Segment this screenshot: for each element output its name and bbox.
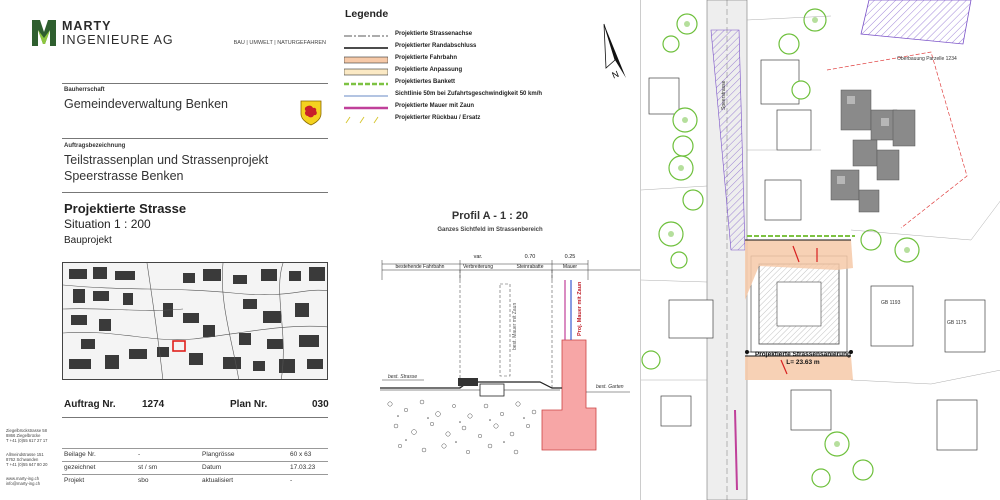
zone-wall: Mauer	[563, 264, 578, 270]
legend-item-sightline: Sichtlinie 50m bei Zufahrtsgeschwindigke…	[340, 91, 640, 101]
legend-item-roadway: Projektierte Fahrbahn	[340, 55, 640, 65]
divider	[62, 417, 328, 418]
job-line-2: Speerstrasse Benken	[64, 169, 184, 183]
client-name: Gemeindeverwaltung Benken	[64, 97, 228, 111]
parcel-number-label: GB 1193	[881, 300, 901, 306]
sightline-icon	[344, 95, 388, 97]
project-phase: Bauprojekt	[64, 235, 112, 246]
plan-scale: Situation 1 : 200	[64, 217, 151, 231]
zone-widening: Verbreiterung	[463, 264, 493, 270]
title-block: MARTY INGENIEURE AG BAU | UMWELT | NATUR…	[0, 0, 340, 500]
company-logo-icon	[32, 20, 56, 46]
wall-line-icon	[344, 106, 388, 110]
job-line-1: Teilstrassenplan und Strassenprojekt	[64, 153, 269, 167]
meta-row: Projekt sbo aktualisiert -	[62, 474, 328, 485]
parcel-number-label: GB 1175	[947, 320, 967, 326]
profile-title: Profil A - 1 : 20	[451, 210, 529, 222]
renovation-length: L= 23.63 m	[786, 359, 820, 366]
plan-number: 030	[312, 399, 329, 410]
order-number: 1274	[142, 399, 165, 410]
legend-item-adjustment: Projektierte Anpassung	[340, 67, 640, 77]
company-tagline: BAU | UMWELT | NATURGEFAHREN	[233, 40, 326, 46]
location-map	[62, 262, 328, 380]
curb-line-icon	[344, 47, 388, 49]
roadway-fill-icon	[344, 56, 388, 64]
label-new-wall: Proj. Mauer mit Zaun	[577, 281, 583, 336]
parcel-label: Oberbauung Parzelle 1234	[897, 56, 957, 62]
profile-subtitle: Ganzes Sichtfeld im Strassenbereich	[437, 227, 543, 233]
north-arrow-icon: N	[603, 23, 626, 81]
site-plan: Projektierte Strassensanierung L= 23.63 …	[640, 0, 1000, 500]
adjustment-fill-icon	[344, 68, 388, 76]
job-label: Auftragsbezeichnung	[64, 143, 126, 149]
address-web: www.marty-ing.ch info@marty-ing.ch	[6, 476, 41, 486]
site-plan-drawing	[641, 0, 1000, 500]
svg-text:N: N	[610, 69, 620, 81]
divider	[62, 138, 328, 139]
divider	[62, 192, 328, 193]
address-ziegelbruecke: Ziegelbrückstrasse 58 8866 Ziegelbrücke T …	[6, 428, 48, 443]
meta-row: Beilage Nr. - Plangrösse 60 x 63	[62, 448, 328, 459]
dim-070: 0.70	[525, 254, 536, 260]
legend-item-curb: Projektierter Randabschluss	[340, 43, 640, 53]
dim-025: 0.25	[565, 254, 576, 260]
legend-title: Legende	[345, 8, 389, 20]
coat-of-arms-icon	[300, 100, 322, 126]
bankett-line-icon	[344, 82, 388, 86]
legend-panel: Legende Projektierte Strassenachse Proje…	[340, 0, 640, 500]
client-label: Bauherrschaft	[64, 87, 105, 93]
company-subtitle: INGENIEURE AG	[62, 33, 174, 47]
label-existing-wall: best. Mauer mit Zaun	[512, 303, 518, 350]
address-schwanden: Allmeindstrasse 151 8762 Schwanden T +41 (…	[6, 452, 48, 467]
legend-item-wall: Projektierte Mauer mit Zaun	[340, 103, 640, 113]
street-label: Speerstrasse	[721, 80, 727, 110]
project-title: Projektierte Strasse	[64, 201, 187, 216]
legend-item-removal: Projektierter Rückbau / Ersatz	[340, 115, 640, 125]
cross-section-profile: var. 0.70 0.25 bestehende Fahrbahn Verbr…	[380, 254, 640, 455]
label-existing-road: best. Strasse	[388, 374, 417, 380]
legend-item-bankett: Projektiertes Bankett	[340, 79, 640, 89]
zone-existing-road: bestehende Fahrbahn	[396, 264, 445, 270]
plan-label: Plan Nr.	[230, 399, 268, 410]
company-name: MARTY	[62, 19, 112, 33]
label-existing-garden: best. Garten	[596, 384, 624, 390]
divider	[62, 83, 328, 84]
dim-var: var.	[474, 254, 483, 260]
axis-line-icon	[344, 35, 388, 37]
meta-row: gezeichnet st / sm Datum 17.03.23	[62, 461, 328, 472]
renovation-label: Projektierte Strassensanierung L= 23.63 …	[753, 351, 853, 367]
renovation-title: Projektierte Strassensanierung	[754, 351, 852, 358]
legend-item-axis: Projektierte Strassenachse	[340, 31, 640, 41]
order-label: Auftrag Nr.	[64, 399, 116, 410]
removal-icon	[345, 116, 379, 124]
zone-stone-border: Steinrabatte	[517, 264, 544, 270]
